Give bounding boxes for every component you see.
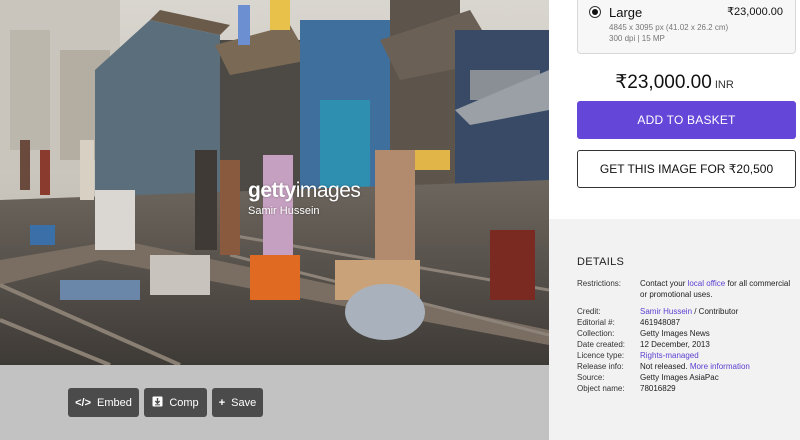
- price-display: ₹23,000.00 INR: [549, 71, 800, 94]
- save-button[interactable]: + Save: [212, 388, 263, 417]
- purchase-panel: Large ₹23,000.00 4845 x 3095 px (41.02 x…: [549, 0, 800, 440]
- licence-type-link[interactable]: Rights-managed: [640, 351, 699, 360]
- comp-button[interactable]: Comp: [144, 388, 207, 417]
- image-preview-area: gettyimages Samir Hussein </> Embed Comp…: [0, 0, 549, 440]
- price-amount: ₹23,000.00: [615, 72, 712, 93]
- size-option-large[interactable]: Large ₹23,000.00 4845 x 3095 px (41.02 x…: [577, 0, 796, 54]
- size-name: Large: [609, 5, 643, 20]
- size-dimensions: 4845 x 3095 px (41.02 x 26.2 cm): [609, 23, 729, 32]
- size-resolution: 300 dpi | 15 MP: [609, 34, 665, 43]
- photographer-link[interactable]: Samir Hussein: [640, 307, 692, 316]
- get-image-button[interactable]: GET THIS IMAGE FOR ₹20,500: [577, 150, 796, 188]
- details-row-credit: Credit: Samir Hussein / Contributor: [577, 307, 739, 316]
- details-row-object-name: Object name: 78016829: [577, 384, 676, 393]
- save-label: Save: [231, 396, 257, 409]
- code-icon: </>: [75, 396, 92, 409]
- watermark-credit: Samir Hussein: [248, 205, 320, 217]
- watermark-logo: gettyimages: [248, 179, 361, 202]
- size-price: ₹23,000.00: [727, 6, 783, 18]
- details-row-collection: Collection: Getty Images News: [577, 329, 710, 338]
- details-row-licence: Licence type: Rights-managed: [577, 351, 699, 360]
- plus-icon: +: [218, 396, 226, 409]
- details-row-source: Source: Getty Images AsiaPac: [577, 373, 719, 382]
- more-information-link[interactable]: More information: [690, 362, 750, 371]
- details-row-release: Release info: Not released. More informa…: [577, 362, 750, 371]
- add-to-basket-button[interactable]: ADD TO BASKET: [577, 101, 796, 139]
- details-row-date: Date created: 12 December, 2013: [577, 340, 710, 349]
- details-table: Restrictions: Contact your local office …: [577, 278, 797, 394]
- details-title: DETAILS: [577, 256, 625, 268]
- local-office-link[interactable]: local office: [688, 279, 726, 288]
- comp-label: Comp: [169, 396, 199, 409]
- details-row-editorial: Editorial #: 461948087: [577, 318, 681, 327]
- embed-label: Embed: [97, 396, 132, 409]
- details-row-restrictions: Restrictions: Contact your local office …: [577, 279, 791, 299]
- size-radio[interactable]: [589, 6, 601, 18]
- details-section: DETAILS Restrictions: Contact your local…: [549, 219, 800, 440]
- embed-button[interactable]: </> Embed: [68, 388, 139, 417]
- price-currency: INR: [714, 79, 734, 91]
- getty-watermark: gettyimages Samir Hussein: [248, 179, 361, 218]
- download-icon: [152, 396, 163, 410]
